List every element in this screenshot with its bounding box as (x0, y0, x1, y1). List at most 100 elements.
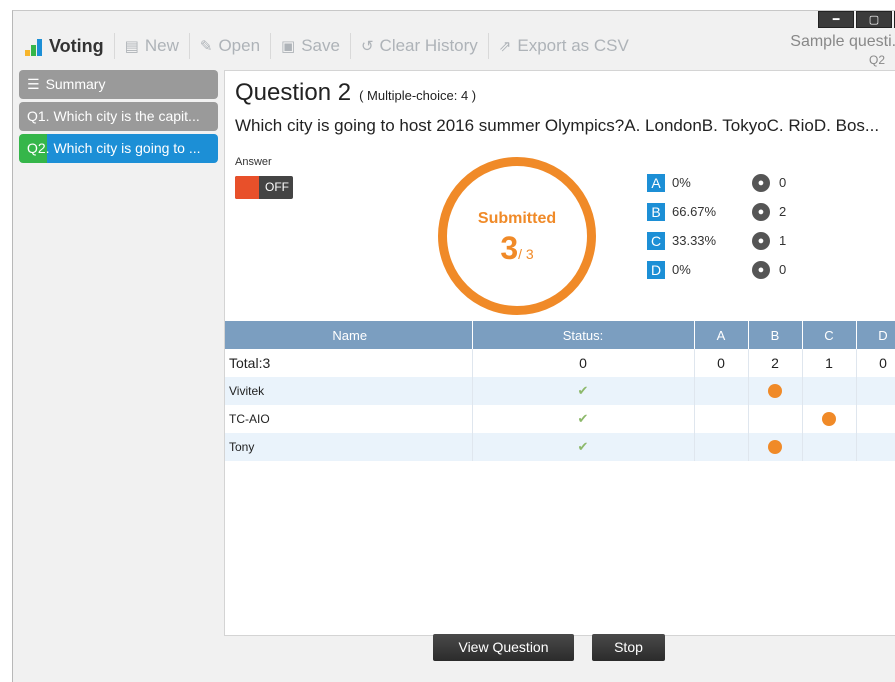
answer-dot (768, 384, 782, 399)
participant-name: Tony (225, 433, 473, 461)
col-name[interactable]: Name (225, 321, 473, 349)
answer-label: Answer (235, 156, 272, 168)
status-cell: ✔ (472, 405, 695, 433)
save-label: Save (301, 36, 340, 55)
submitted-count: 3/ 3 (447, 230, 587, 267)
check-icon: ✔ (577, 383, 589, 399)
answer-cell-b (748, 433, 803, 461)
export-icon: ⇗ (498, 37, 512, 55)
option-count: 0 (779, 175, 787, 190)
session-current-question: Q2 (868, 53, 885, 67)
export-csv-button[interactable]: ⇗ Export as CSV (489, 33, 639, 59)
answer-dot (822, 412, 836, 427)
person-icon: ● (752, 231, 770, 250)
table-row: Vivitek ✔ (225, 377, 895, 405)
status-cell: ✔ (472, 377, 695, 405)
toggle-knob (235, 176, 259, 199)
participant-name: Vivitek (225, 377, 473, 405)
table-header: Name Status: A B C D (225, 321, 895, 349)
person-icon: ● (752, 260, 770, 279)
option-count: 0 (779, 262, 787, 277)
answer-cell-d (856, 377, 895, 405)
answer-cell-a (694, 433, 749, 461)
option-badge: A (647, 173, 665, 192)
table-row: TC-AIO ✔ (225, 405, 895, 433)
answer-cell-b (748, 377, 803, 405)
answer-dot (768, 440, 782, 455)
col-c[interactable]: C (802, 321, 857, 349)
answer-cell-c (802, 405, 857, 433)
submitted-number: 3 (500, 230, 519, 266)
check-icon: ✔ (577, 439, 589, 455)
app-window: ━ ▢ ✕ Voting ▤ New ✎ Open ▣ Save ↺ Clear… (12, 10, 895, 682)
answer-toggle[interactable]: OFF (235, 176, 293, 199)
stat-row: C 33.33% ● 1 (647, 226, 786, 255)
answer-cell-a (694, 377, 749, 405)
open-button[interactable]: ✎ Open (190, 33, 270, 59)
stat-row: A 0% ● 0 (647, 168, 786, 197)
participant-name: TC-AIO (225, 405, 473, 433)
table-row-total: Total:3 0 0 2 1 0 (225, 349, 895, 377)
sidebar: ☰ Summary Q1. Which city is the capit... … (19, 70, 218, 166)
question-number: Question 2 (235, 79, 352, 106)
sidebar-item-label: Summary (45, 76, 106, 92)
person-icon: ● (752, 173, 770, 192)
option-badge: C (647, 231, 665, 250)
voting-icon (25, 36, 43, 56)
option-percent: 66.67% (672, 204, 717, 219)
submitted-label: Submitted (477, 210, 557, 227)
col-d[interactable]: D (856, 321, 895, 349)
maximize-button[interactable]: ▢ (856, 11, 892, 28)
col-b[interactable]: B (748, 321, 803, 349)
answer-cell-d (856, 433, 895, 461)
total-status: 0 (472, 349, 695, 377)
results-table: Name Status: A B C D Total:3 0 0 2 1 0 V… (225, 321, 895, 461)
submitted-total: / 3 (518, 246, 534, 262)
answer-cell-b (748, 405, 803, 433)
option-badge: B (647, 202, 665, 221)
sidebar-item-summary[interactable]: ☰ Summary (19, 70, 218, 99)
person-icon: ● (752, 202, 770, 221)
total-a: 0 (694, 349, 749, 377)
total-b: 2 (748, 349, 803, 377)
session-title: Sample questi... (790, 33, 895, 50)
check-icon: ✔ (577, 411, 589, 427)
sidebar-item-q2[interactable]: Q2. Which city is going to ... (19, 134, 218, 163)
view-question-button[interactable]: View Question (433, 634, 574, 661)
bottom-actions: View Question Stop (433, 634, 683, 661)
option-count: 2 (779, 204, 787, 219)
option-percent: 0% (672, 262, 691, 277)
col-a[interactable]: A (694, 321, 749, 349)
answer-cell-c (802, 377, 857, 405)
table-row: Tony ✔ (225, 433, 895, 461)
toggle-label: OFF (265, 180, 289, 194)
option-badge: D (647, 260, 665, 279)
clear-history-button[interactable]: ↺ Clear History (351, 33, 488, 59)
voting-tab[interactable]: Voting (13, 33, 114, 59)
minimize-button[interactable]: ━ (818, 11, 854, 28)
open-label: Open (218, 36, 261, 55)
clear-history-label: Clear History (379, 36, 478, 55)
save-button[interactable]: ▣ Save (271, 33, 350, 59)
total-c: 1 (802, 349, 857, 377)
question-text: Which city is going to host 2016 summer … (235, 116, 880, 135)
option-percent: 0% (672, 175, 691, 190)
col-status[interactable]: Status: (472, 321, 695, 349)
new-label: New (144, 36, 179, 55)
sidebar-item-q1[interactable]: Q1. Which city is the capit... (19, 102, 218, 131)
submitted-ring: Submitted 3/ 3 (438, 157, 596, 315)
list-icon: ☰ (27, 77, 40, 93)
option-percent: 33.33% (672, 233, 717, 248)
question-panel: Question 2 ( Multiple-choice: 4 ) Which c… (224, 70, 895, 636)
new-button[interactable]: ▤ New (115, 33, 189, 59)
answer-cell-a (694, 405, 749, 433)
new-icon: ▤ (124, 37, 139, 55)
voting-label: Voting (49, 35, 104, 56)
status-cell: ✔ (472, 433, 695, 461)
option-stats: A 0% ● 0 B 66.67% ● 2 C 33.33% ● 1 D 0% … (647, 168, 786, 284)
stop-button[interactable]: Stop (592, 634, 665, 661)
open-icon: ✎ (199, 37, 213, 55)
toolbar: Voting ▤ New ✎ Open ▣ Save ↺ Clear Histo… (13, 31, 639, 61)
window-controls: ━ ▢ ✕ (816, 11, 895, 28)
question-type: ( Multiple-choice: 4 ) (359, 88, 477, 103)
